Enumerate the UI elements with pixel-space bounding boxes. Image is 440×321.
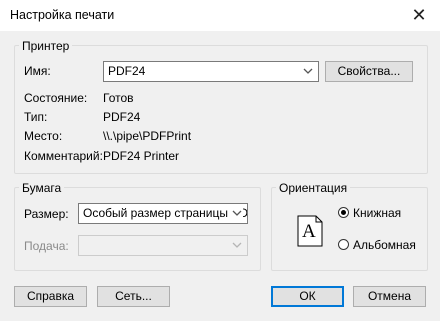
help-button[interactable]: Справка: [14, 286, 87, 307]
comment-value: PDF24 Printer: [103, 149, 180, 163]
printer-name-value: PDF24: [108, 64, 146, 78]
window-title: Настройка печати: [10, 8, 115, 22]
page-preview-letter: A: [302, 221, 316, 242]
paper-group: [14, 187, 261, 271]
close-icon[interactable]: ✕: [408, 4, 430, 26]
paper-size-label: Размер:: [24, 207, 69, 221]
radio-selected-dot: [341, 210, 346, 215]
portrait-page-icon: A: [297, 215, 323, 247]
chevron-down-icon: [231, 207, 243, 219]
status-value: Готов: [103, 91, 134, 105]
network-button[interactable]: Сеть...: [97, 286, 170, 307]
portrait-label[interactable]: Книжная: [353, 206, 401, 220]
where-label: Место:: [24, 129, 63, 143]
cancel-button[interactable]: Отмена: [353, 286, 426, 307]
paper-size-select[interactable]: Особый размер страницы PDF24: [78, 203, 248, 224]
landscape-label[interactable]: Альбомная: [353, 238, 416, 252]
type-label: Тип:: [24, 110, 48, 124]
type-value: PDF24: [103, 110, 141, 124]
orientation-group-label: Ориентация: [276, 181, 351, 195]
paper-source-label: Подача:: [24, 239, 69, 253]
ok-button[interactable]: ОК: [271, 286, 344, 307]
comment-label: Комментарий:: [24, 149, 103, 163]
chevron-down-icon: [303, 68, 313, 74]
printer-group-label: Принтер: [19, 39, 73, 53]
status-label: Состояние:: [24, 91, 88, 105]
chevron-down-icon: [232, 242, 242, 248]
paper-group-label: Бумага: [19, 181, 65, 195]
properties-button[interactable]: Свойства...: [325, 61, 413, 82]
printer-name-select[interactable]: PDF24: [103, 61, 319, 82]
where-value: \\.\pipe\PDFPrint: [103, 129, 192, 143]
portrait-radio[interactable]: [338, 207, 349, 218]
printer-name-label: Имя:: [24, 64, 51, 78]
paper-source-select[interactable]: [78, 235, 248, 256]
landscape-radio[interactable]: [338, 239, 349, 250]
paper-size-value: Особый размер страницы PDF24: [83, 206, 248, 220]
orientation-group: [271, 187, 428, 271]
